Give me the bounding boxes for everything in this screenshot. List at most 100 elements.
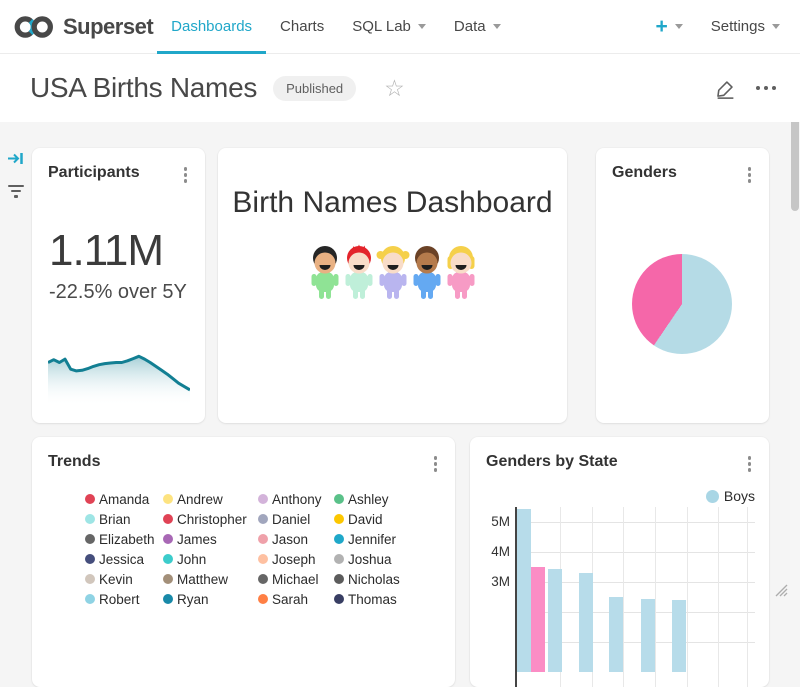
nav-item-label: SQL Lab <box>352 18 411 35</box>
filter-icon[interactable] <box>7 185 24 201</box>
legend-dot-icon <box>85 514 95 524</box>
legend-item-john[interactable]: John <box>163 549 258 569</box>
legend-item-kevin[interactable]: Kevin <box>85 569 163 589</box>
kebab-menu-icon[interactable] <box>744 453 756 475</box>
participants-trendline-chart <box>48 344 190 411</box>
legend-dot-icon <box>163 534 173 544</box>
bar-boys[interactable] <box>672 600 686 672</box>
new-item-button[interactable]: + <box>656 16 683 37</box>
legend-item-james[interactable]: James <box>163 529 258 549</box>
gridline <box>747 507 748 687</box>
legend-dot-icon <box>258 574 268 584</box>
kebab-menu-icon[interactable] <box>180 164 192 186</box>
legend-dot-icon <box>85 574 95 584</box>
bar-boys[interactable] <box>548 569 562 673</box>
legend-item-anthony[interactable]: Anthony <box>258 489 334 509</box>
legend-dot-icon <box>163 574 173 584</box>
legend-item-jessica[interactable]: Jessica <box>85 549 163 569</box>
legend-dot-icon <box>163 594 173 604</box>
markdown-heading: Birth Names Dashboard <box>218 186 567 220</box>
favorite-star-icon[interactable]: ☆ <box>384 77 405 100</box>
brand-name: Superset <box>63 14 153 40</box>
bar-boys[interactable] <box>609 597 623 672</box>
bar-boys[interactable] <box>579 573 593 672</box>
gridline <box>718 507 719 687</box>
published-badge[interactable]: Published <box>273 76 356 101</box>
legend-dot-icon <box>85 594 95 604</box>
edit-dashboard-button[interactable] <box>715 78 736 99</box>
expand-filter-bar-icon[interactable] <box>7 150 24 172</box>
nav-item-charts[interactable]: Charts <box>266 0 338 53</box>
legend-dot-icon <box>334 534 344 544</box>
legend-item-michael[interactable]: Michael <box>258 569 334 589</box>
genders-card-title: Genders <box>612 164 677 182</box>
settings-menu[interactable]: Settings <box>711 18 780 35</box>
kebab-menu-icon[interactable] <box>744 164 756 186</box>
legend-item-thomas[interactable]: Thomas <box>334 589 418 609</box>
legend-item-joseph[interactable]: Joseph <box>258 549 334 569</box>
legend-name: Amanda <box>99 492 149 507</box>
legend-item-andrew[interactable]: Andrew <box>163 489 258 509</box>
legend-item-brian[interactable]: Brian <box>85 509 163 529</box>
bar-girls[interactable] <box>531 567 545 672</box>
legend-item-ashley[interactable]: Ashley <box>334 489 418 509</box>
bar-chart-legend: Boys <box>706 488 755 504</box>
legend-name: Ashley <box>348 492 389 507</box>
legend-name: Sarah <box>272 592 308 607</box>
legend-name: Joshua <box>348 552 392 567</box>
superset-brand[interactable]: Superset <box>14 0 153 53</box>
y-tick-label: 3M <box>484 574 510 589</box>
legend-item-elizabeth[interactable]: Elizabeth <box>85 529 163 549</box>
page-title: USA Births Names <box>30 72 257 104</box>
legend-item-matthew[interactable]: Matthew <box>163 569 258 589</box>
legend-item-sarah[interactable]: Sarah <box>258 589 334 609</box>
legend-name: Matthew <box>177 572 228 587</box>
gridline <box>655 507 656 687</box>
more-actions-button[interactable] <box>756 86 776 90</box>
legend-dot-icon <box>85 534 95 544</box>
chevron-down-icon <box>772 24 780 29</box>
legend-dot-icon <box>85 554 95 564</box>
gridline <box>517 552 755 553</box>
legend-dot-icon <box>258 594 268 604</box>
nav-item-label: Dashboards <box>171 18 252 35</box>
nav-item-dashboards[interactable]: Dashboards <box>157 0 266 53</box>
participants-card-title: Participants <box>48 164 140 182</box>
legend-dot-icon <box>258 514 268 524</box>
legend-item-daniel[interactable]: Daniel <box>258 509 334 529</box>
nav-item-data[interactable]: Data <box>440 0 515 53</box>
trends-card: Trends AmandaAndrewAnthonyAshleyBrianChr… <box>32 437 455 687</box>
legend-item-nicholas[interactable]: Nicholas <box>334 569 418 589</box>
pencil-icon <box>715 78 736 99</box>
chevron-down-icon <box>493 24 501 29</box>
legend-name: Michael <box>272 572 319 587</box>
legend-label: Boys <box>724 488 755 504</box>
legend-item-joshua[interactable]: Joshua <box>334 549 418 569</box>
legend-dot-icon <box>258 554 268 564</box>
legend-name: Jennifer <box>348 532 396 547</box>
legend-item-jason[interactable]: Jason <box>258 529 334 549</box>
kebab-menu-icon[interactable] <box>430 453 442 475</box>
legend-item-robert[interactable]: Robert <box>85 589 163 609</box>
legend-name: Anthony <box>272 492 322 507</box>
legend-name: Daniel <box>272 512 310 527</box>
legend-item-ryan[interactable]: Ryan <box>163 589 258 609</box>
filter-bar-rail <box>7 150 24 201</box>
legend-dot-icon <box>85 494 95 504</box>
trends-legend: Amanda Andrew Anthony Ashley BrianChristophe… <box>85 489 447 609</box>
bar-boys[interactable] <box>641 599 655 673</box>
legend-item-david[interactable]: David <box>334 509 418 529</box>
nav-item-sql-lab[interactable]: SQL Lab <box>338 0 440 53</box>
legend-item-jennifer[interactable]: Jennifer <box>334 529 418 549</box>
legend-name: Jason <box>272 532 308 547</box>
legend-name: James <box>177 532 217 547</box>
legend-item-christopher[interactable]: Christopher <box>163 509 258 529</box>
legend-item-amanda[interactable]: Amanda <box>85 489 163 509</box>
legend-dot-icon <box>163 494 173 504</box>
legend-name: Kevin <box>99 572 133 587</box>
gridline <box>687 507 688 687</box>
genders-by-state-card: Genders by State Boys 5M4M3M <box>470 437 769 687</box>
resize-grip-icon[interactable] <box>773 582 788 597</box>
y-tick-label: 5M <box>484 514 510 529</box>
bar-boys[interactable] <box>517 509 531 673</box>
